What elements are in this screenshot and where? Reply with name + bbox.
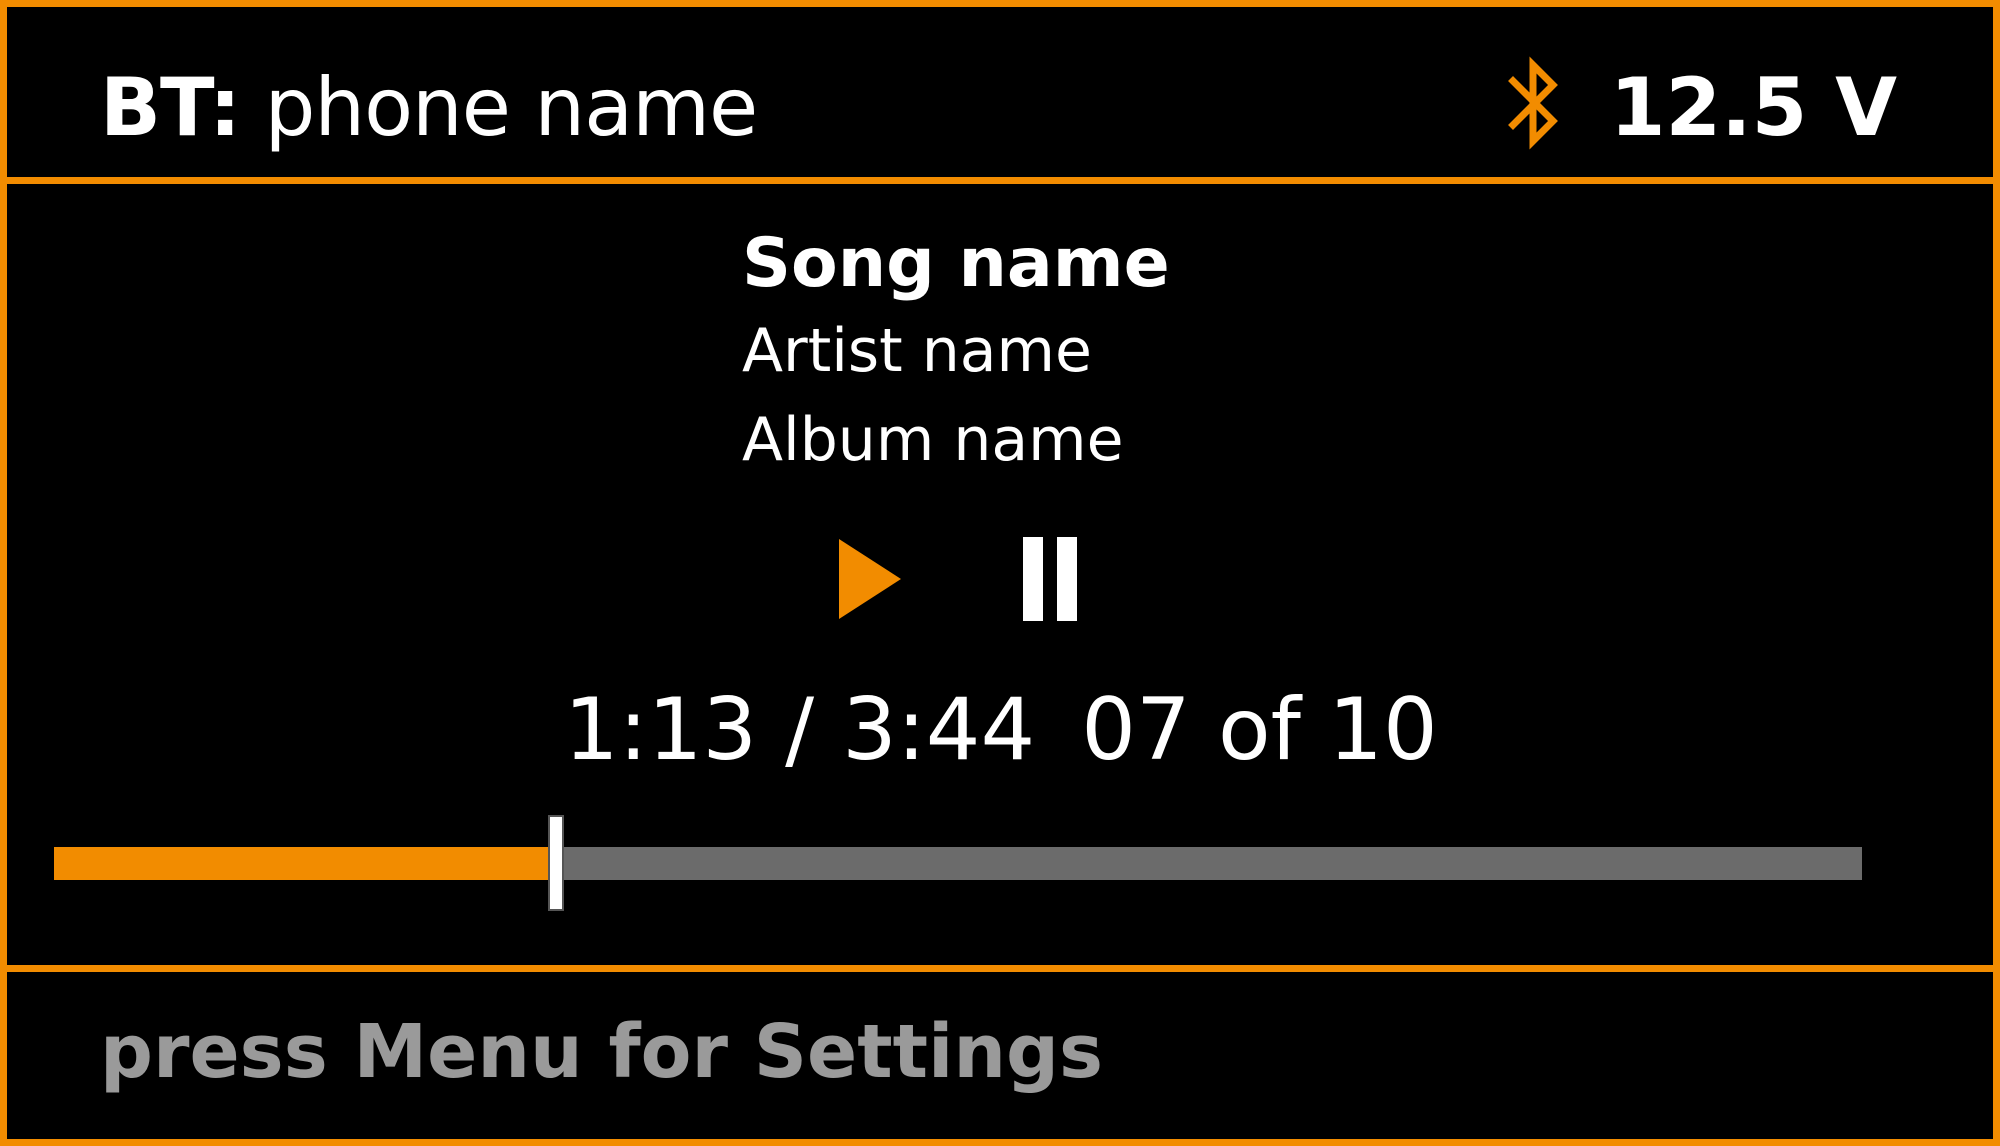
battery-voltage: 12.5 V: [1609, 61, 1897, 154]
song-title: Song name: [742, 224, 1170, 303]
player-screen: BT: phone name 12.5 V Song name Artist n…: [0, 0, 2000, 1146]
playback-time: 1:13 / 3:44 07 of 10: [564, 675, 1438, 785]
connection-prefix: BT:: [100, 61, 241, 154]
footer-divider: [7, 965, 2000, 972]
time-separator: /: [785, 680, 815, 780]
settings-hint: press Menu for Settings: [100, 1009, 1104, 1095]
track-position: 07 of 10: [1081, 680, 1438, 780]
connection-label: BT: phone name: [100, 53, 759, 163]
progress-fill: [54, 847, 556, 880]
play-icon[interactable]: [837, 537, 903, 621]
progress-bar[interactable]: [54, 815, 1862, 911]
album-name: Album name: [742, 405, 1124, 475]
connected-device-name: phone name: [264, 61, 759, 154]
pause-icon[interactable]: [1023, 537, 1079, 621]
total-time: 3:44: [842, 680, 1036, 780]
progress-thumb[interactable]: [547, 815, 564, 911]
artist-name: Artist name: [742, 316, 1092, 386]
bluetooth-icon: [1508, 56, 1558, 150]
header-divider: [7, 177, 2000, 184]
elapsed-time: 1:13: [564, 680, 758, 780]
